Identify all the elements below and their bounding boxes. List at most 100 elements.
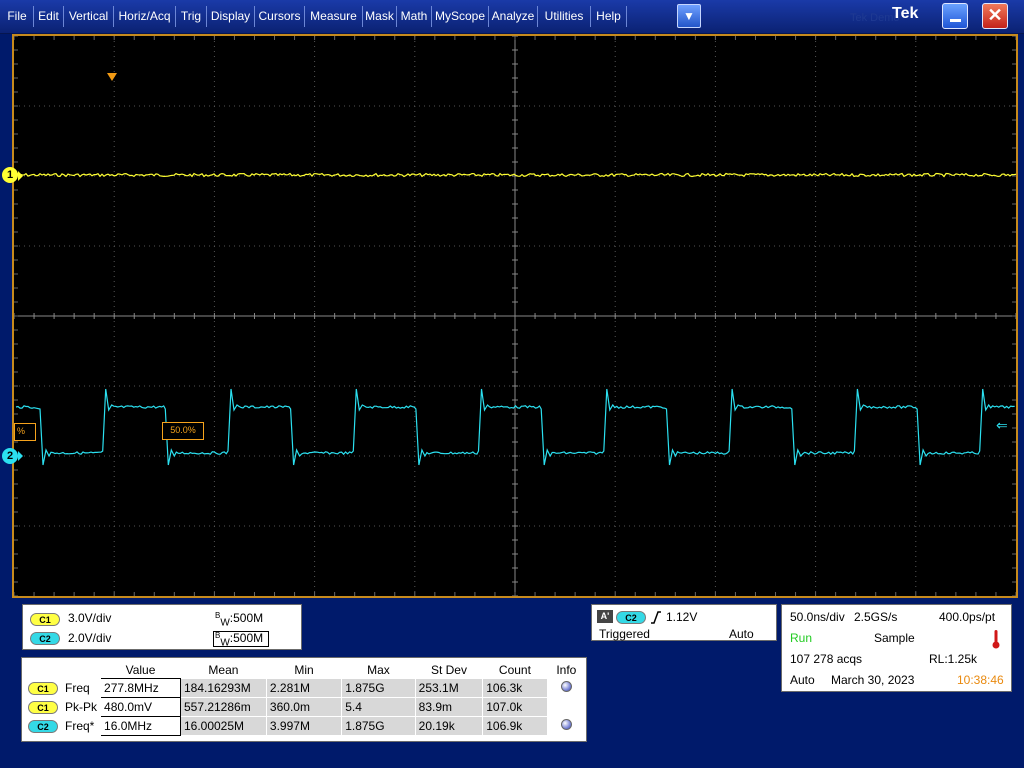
chevron-down-icon[interactable]: ▼ <box>677 4 701 28</box>
table-cell <box>546 678 587 698</box>
menu-mask[interactable]: Mask <box>363 0 396 33</box>
table-cell <box>546 716 587 736</box>
table-cell: 557.21286m <box>179 697 267 717</box>
table-cell: 277.8MHz <box>100 678 181 698</box>
table-cell: 360.0m <box>265 697 343 717</box>
measurement-mean: 557.21286m <box>183 700 251 714</box>
graticule <box>14 36 1016 596</box>
source-badge: C1 <box>28 701 58 714</box>
minimize-button[interactable] <box>942 3 968 29</box>
bw-sub: W <box>220 617 230 629</box>
table-cell: 184.16293M <box>179 678 267 698</box>
measurement-name: Pk-Pk <box>65 700 98 714</box>
menu-analyze[interactable]: Analyze <box>489 0 537 33</box>
column-header: Min <box>294 662 314 677</box>
menu-cursors[interactable]: Cursors <box>255 0 304 33</box>
brand-logo: Tek <box>892 5 919 22</box>
table-cell: 83.9m <box>414 697 484 717</box>
ch1-ground-marker[interactable]: 1 <box>2 167 18 183</box>
acquisition-count: 107 278 acqs <box>790 652 863 666</box>
measurement-name: Freq* <box>65 719 95 733</box>
minimize-icon <box>950 19 961 22</box>
trigger-source-badge: C2 <box>616 611 646 624</box>
table-cell: Freq* <box>60 716 102 736</box>
measurement-value: 480.0mV <box>104 700 153 714</box>
ch1-scale[interactable]: 3.0V/div <box>68 611 111 625</box>
header-spacer <box>25 661 101 679</box>
trigger-level: 1.12V <box>666 610 698 624</box>
measurement-count: 107.0k <box>486 700 523 714</box>
bw-value: :500M <box>229 611 264 625</box>
menu-utilities[interactable]: Utilities <box>538 0 590 33</box>
time-resolution: 400.0ps/pt <box>939 610 996 624</box>
ch2-bandwidth[interactable]: BW:500M <box>215 631 263 648</box>
measurement-count: 106.3k <box>486 681 523 695</box>
time: 10:38:46 <box>957 673 1004 687</box>
waveform-display[interactable] <box>12 34 1018 598</box>
menu-math[interactable]: Math <box>397 0 431 33</box>
time-scale: 50.0ns/div <box>790 610 845 624</box>
table-cell: 16.00025M <box>179 716 267 736</box>
run-state: Run <box>790 631 813 645</box>
menu-display[interactable]: Display <box>207 0 254 33</box>
trigger-state: Triggered <box>599 627 650 641</box>
measurement-row[interactable]: C2 Freq* 16.0MHz 16.00025M 3.997M 1.875G 20.19… <box>24 716 587 736</box>
measurement-max: 1.875G <box>345 681 385 695</box>
ch1-arrow-icon <box>18 171 23 181</box>
info-icon[interactable] <box>560 719 572 730</box>
table-cell: C1 <box>24 697 62 717</box>
menu-trig[interactable]: Trig <box>176 0 206 33</box>
table-cell: 106.3k <box>482 678 548 698</box>
table-cell: C1 <box>24 678 62 698</box>
table-cell: 2.281M <box>265 678 343 698</box>
sample-rate: 2.5GS/s <box>854 610 898 624</box>
table-cell: 1.875G <box>341 716 416 736</box>
menu-help[interactable]: Help <box>591 0 626 33</box>
ch2-badge[interactable]: C2 <box>30 632 60 645</box>
menu-file[interactable]: File <box>1 0 33 33</box>
measurement-row[interactable]: C1 Pk-Pk 480.0mV 557.21286m 360.0m 5.4 83.9m 10… <box>24 697 587 717</box>
table-cell: 3.997M <box>265 716 343 736</box>
menu-myscope[interactable]: MyScope <box>432 0 488 33</box>
measurement-min: 2.281M <box>269 681 310 695</box>
ch1-bandwidth[interactable]: BW:500M <box>215 611 263 628</box>
ch2-scale[interactable]: 2.0V/div <box>68 631 111 645</box>
date: March 30, 2023 <box>831 673 915 687</box>
trigger-level-arrow-icon[interactable]: ⇐ <box>996 418 1008 432</box>
table-cell: 16.0MHz <box>100 716 181 736</box>
measurement-value: 277.8MHz <box>104 681 159 695</box>
column-header: Max <box>367 662 390 677</box>
reference-level-tag: % <box>14 423 36 441</box>
measurement-min: 360.0m <box>269 700 310 714</box>
reference-level-tag: 50.0% <box>162 422 204 440</box>
ch1-badge[interactable]: C1 <box>30 613 60 626</box>
measurements-table: Value Mean Min Max St Dev Count Info C1 Freq 277… <box>24 661 587 736</box>
info-icon[interactable] <box>560 681 572 692</box>
table-header: Value Mean Min Max St Dev Count Info <box>25 661 586 679</box>
menu-edit[interactable]: Edit <box>34 0 63 33</box>
trigger-position-marker[interactable] <box>107 73 117 81</box>
menu-vertical[interactable]: Vertical <box>64 0 113 33</box>
close-button[interactable]: ✕ <box>982 3 1008 29</box>
table-cell: 1.875G <box>341 678 416 698</box>
measurement-max: 5.4 <box>345 700 362 714</box>
bw-sub: W <box>220 637 230 649</box>
acquisition-mode: Sample <box>874 631 915 645</box>
horizontal-readout-panel[interactable]: 50.0ns/div 2.5GS/s 400.0ps/pt Run Sample… <box>781 604 1012 692</box>
table-cell <box>546 697 587 717</box>
column-header: St Dev <box>430 662 467 677</box>
table-cell: 480.0mV <box>100 697 181 717</box>
measurement-row[interactable]: C1 Freq 277.8MHz 184.16293M 2.281M 1.875G 253.… <box>24 678 587 698</box>
measurement-min: 3.997M <box>269 719 310 733</box>
measurement-stdev: 253.1M <box>418 681 459 695</box>
trigger-readout-panel[interactable]: A' C2 1.12V Triggered Auto <box>591 604 777 641</box>
measurements-panel: Value Mean Min Max St Dev Count Info C1 Freq 277… <box>21 657 587 742</box>
measurement-mean: 16.00025M <box>183 719 245 733</box>
ch2-ground-marker[interactable]: 2 <box>2 448 18 464</box>
column-header: Value <box>125 662 156 677</box>
trigger-mode: Auto <box>790 673 815 687</box>
table-cell: 107.0k <box>482 697 548 717</box>
trigger-mode: Auto <box>729 627 754 641</box>
menu-horiz-acq[interactable]: Horiz/Acq <box>114 0 175 33</box>
menu-measure[interactable]: Measure <box>305 0 362 33</box>
